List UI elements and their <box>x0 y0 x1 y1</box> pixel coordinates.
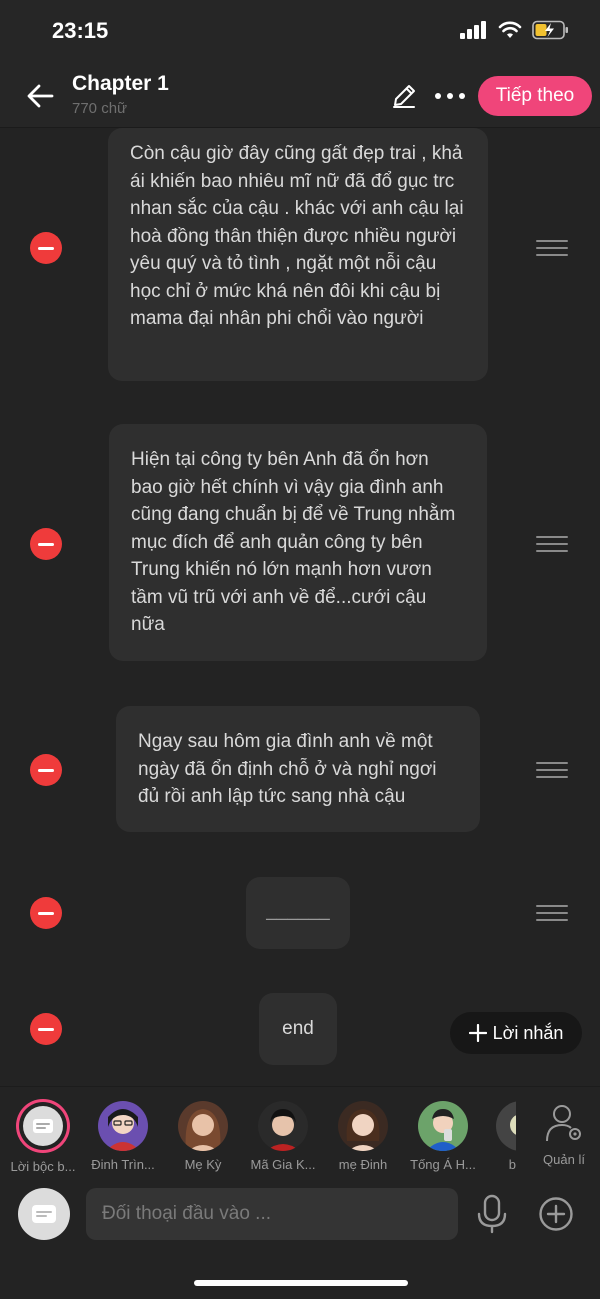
avatar <box>338 1101 388 1151</box>
character-item[interactable]: b <box>476 1101 516 1172</box>
character-name: Tống Á H... <box>410 1157 476 1172</box>
more-options-icon[interactable] <box>432 84 468 108</box>
chapter-title: Chapter 1 <box>72 72 169 95</box>
character-name: Mẹ Kỳ <box>184 1157 222 1172</box>
character-item[interactable]: Đinh Trìn... <box>83 1101 163 1172</box>
character-item[interactable]: mẹ Đinh <box>323 1101 403 1172</box>
character-name: Mã Gia K... <box>250 1157 316 1172</box>
remove-message-button[interactable] <box>30 754 62 786</box>
message-bubble[interactable]: Hiện tại công ty bên Anh đã ổn hơn bao g… <box>109 424 487 661</box>
remove-message-button[interactable] <box>30 1013 62 1045</box>
character-item[interactable]: Mẹ Kỳ <box>163 1101 243 1172</box>
battery-charging-icon <box>532 20 568 40</box>
microphone-icon[interactable] <box>474 1194 510 1234</box>
narration-toggle-button[interactable] <box>18 1188 70 1240</box>
status-bar: 23:15 <box>0 0 600 64</box>
wifi-icon <box>498 21 522 38</box>
message-list: Còn cậu giờ đây cũng gất đẹp trai , khả … <box>0 128 600 1086</box>
dialogue-input[interactable] <box>86 1188 458 1240</box>
drag-handle-icon[interactable] <box>536 905 568 921</box>
character-name: mẹ Đinh <box>338 1157 388 1172</box>
status-icons <box>460 20 570 40</box>
character-item[interactable]: Tống Á H... <box>403 1101 483 1172</box>
character-name: b <box>508 1157 516 1172</box>
message-bubble[interactable]: Ngay sau hôm gia đình anh về một ngày đã… <box>116 706 480 832</box>
avatar <box>418 1101 468 1151</box>
home-indicator <box>194 1280 408 1286</box>
avatar <box>258 1101 308 1151</box>
remove-message-button[interactable] <box>30 232 62 264</box>
add-circle-icon[interactable] <box>538 1196 574 1232</box>
character-narration[interactable]: Lời bộc b... <box>3 1099 83 1174</box>
user-settings-icon <box>546 1105 581 1142</box>
narration-icon <box>23 1106 63 1146</box>
signal-icon <box>460 21 486 39</box>
manage-label: Quản lí <box>543 1152 585 1167</box>
message-bubble[interactable]: Còn cậu giờ đây cũng gất đẹp trai , khả … <box>108 128 488 381</box>
next-button[interactable]: Tiếp theo <box>478 76 592 116</box>
chapter-header: Chapter 1 770 chữ Tiếp theo <box>0 64 600 128</box>
drag-handle-icon[interactable] <box>536 240 568 256</box>
plus-icon <box>468 1024 487 1042</box>
remove-message-button[interactable] <box>30 897 62 929</box>
avatar <box>98 1101 148 1151</box>
narration-avatar <box>16 1099 70 1153</box>
character-item[interactable]: Mã Gia K... <box>243 1101 323 1172</box>
add-note-button[interactable]: Lời nhắn <box>450 1012 582 1054</box>
message-bubble[interactable]: end <box>259 993 337 1065</box>
input-bar <box>0 1176 600 1299</box>
drag-handle-icon[interactable] <box>536 762 568 778</box>
remove-message-button[interactable] <box>30 528 62 560</box>
message-bubble[interactable]: ______ <box>246 877 350 949</box>
character-bar: Lời bộc b... Đinh Trìn... Mẹ Kỳ Mã Gia K… <box>0 1086 600 1176</box>
manage-characters-button[interactable]: Quản lí <box>536 1103 592 1167</box>
narration-icon <box>32 1205 56 1223</box>
edit-pencil-icon[interactable] <box>390 82 418 110</box>
add-note-label: Lời nhắn <box>492 1022 564 1043</box>
avatar <box>178 1101 228 1151</box>
status-time: 23:15 <box>52 18 109 43</box>
back-arrow-icon[interactable] <box>22 78 58 114</box>
character-name: Đinh Trìn... <box>91 1157 155 1172</box>
drag-handle-icon[interactable] <box>536 536 568 552</box>
word-count: 770 chữ <box>72 100 128 117</box>
character-name: Lời bộc b... <box>10 1159 76 1174</box>
avatar <box>496 1101 516 1151</box>
